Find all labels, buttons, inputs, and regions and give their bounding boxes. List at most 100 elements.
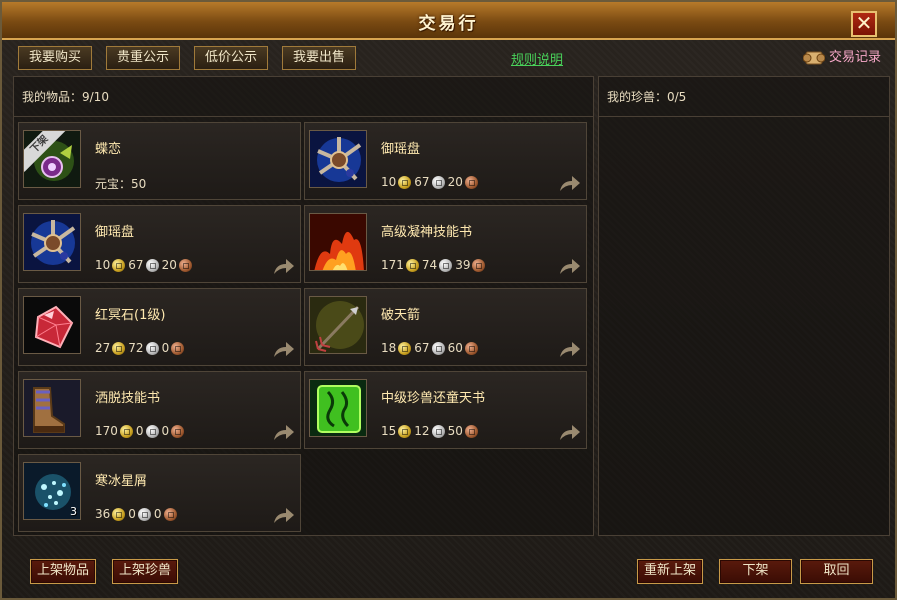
rules-link[interactable]: 规则说明: [511, 49, 563, 68]
return-arrow-icon[interactable]: [558, 422, 582, 442]
copper-coin-icon: [171, 341, 185, 355]
item-price: 18 67 60: [381, 341, 480, 355]
copper-coin-icon: [472, 258, 486, 272]
item-card[interactable]: 3 寒冰星屑 36 0 0: [18, 454, 301, 532]
silver-amount: 67: [414, 175, 430, 189]
return-arrow-icon[interactable]: [272, 339, 296, 359]
return-arrow-icon[interactable]: [272, 505, 296, 525]
item-price: 10 67 20: [95, 258, 194, 272]
silver-coin-icon: [431, 341, 445, 355]
gold-amount: 18: [381, 341, 397, 355]
silver-amount: 0: [135, 424, 144, 438]
list-pet-button[interactable]: 上架珍兽: [112, 559, 179, 584]
item-card[interactable]: 御瑶盘 10 67 20: [18, 205, 301, 283]
item-name: 御瑶盘: [381, 142, 421, 157]
item-name: 御瑶盘: [95, 225, 135, 240]
copper-amount: 0: [161, 424, 170, 438]
return-arrow-icon[interactable]: [558, 256, 582, 276]
item-card[interactable]: 洒脱技能书 170 0 0: [18, 371, 301, 449]
boot-skillbook-icon: [23, 379, 81, 437]
tab-buy[interactable]: 我要购买: [18, 46, 93, 70]
tab-valuable[interactable]: 贵重公示: [106, 46, 181, 70]
item-card[interactable]: 下架 蝶恋 元宝：50: [18, 122, 301, 200]
copper-coin-icon: [178, 258, 192, 272]
copper-amount: 0: [161, 341, 170, 355]
gold-coin-icon: [119, 424, 133, 438]
copper-coin-icon: [464, 341, 478, 355]
scroll-icon: [802, 49, 826, 67]
arrow-icon: [309, 296, 367, 354]
fire-skillbook-icon: [309, 213, 367, 271]
tab-sell[interactable]: 我要出售: [282, 46, 357, 70]
my-items-count: 我的物品：9/10: [14, 77, 593, 117]
copper-amount: 0: [153, 507, 162, 521]
gold-amount: 10: [381, 175, 397, 189]
return-arrow-icon[interactable]: [558, 339, 582, 359]
silver-coin-icon: [439, 258, 453, 272]
item-price: 15 12 50: [381, 424, 480, 438]
gold-amount: 15: [381, 424, 397, 438]
item-name: 破天箭: [381, 308, 421, 323]
copper-amount: 39: [455, 258, 471, 272]
item-card[interactable]: 破天箭 18 67 60: [304, 288, 587, 366]
silver-amount: 72: [128, 341, 144, 355]
item-price: 10 67 20: [381, 175, 480, 189]
silver-coin-icon: [145, 424, 159, 438]
delist-button[interactable]: 下架: [719, 559, 792, 584]
close-button[interactable]: ✕: [851, 11, 877, 37]
silver-coin-icon: [145, 341, 159, 355]
gold-coin-icon: [398, 175, 412, 189]
trade-record-button[interactable]: 交易记录: [802, 46, 881, 70]
gold-coin-icon: [112, 507, 126, 521]
copper-coin-icon: [464, 175, 478, 189]
item-card[interactable]: 中级珍兽还童天书 15 12 50: [304, 371, 587, 449]
item-price: 36 0 0: [95, 507, 179, 521]
item-name: 寒冰星屑: [95, 474, 148, 489]
item-name: 高级凝神技能书: [381, 225, 473, 240]
relist-button[interactable]: 重新上架: [637, 559, 704, 584]
copper-amount: 60: [447, 341, 463, 355]
copper-coin-icon: [163, 507, 177, 521]
item-card[interactable]: 御瑶盘 10 67 20: [304, 122, 587, 200]
gold-amount: 171: [381, 258, 404, 272]
item-name: 红冥石(1级): [95, 308, 166, 323]
gold-coin-icon: [398, 424, 412, 438]
return-arrow-icon[interactable]: [272, 422, 296, 442]
silver-coin-icon: [431, 175, 445, 189]
copper-amount: 50: [447, 424, 463, 438]
silver-coin-icon: [431, 424, 445, 438]
gold-amount: 10: [95, 258, 111, 272]
retrieve-button[interactable]: 取回: [800, 559, 873, 584]
item-price: 170 0 0: [95, 424, 186, 438]
item-name: 洒脱技能书: [95, 391, 161, 406]
item-card[interactable]: 高级凝神技能书 171 74 39: [304, 205, 587, 283]
item-name: 蝶恋: [95, 142, 122, 157]
item-price: 171 74 39: [381, 258, 487, 272]
gold-amount: 36: [95, 507, 111, 521]
item-name: 中级珍兽还童天书: [381, 391, 486, 406]
silver-amount: 67: [128, 258, 144, 272]
window-title: 交易行: [418, 14, 479, 34]
jade-disc-icon: [23, 213, 81, 271]
list-item-button[interactable]: 上架物品: [30, 559, 97, 584]
item-price: 元宝：50: [95, 177, 147, 191]
gold-coin-icon: [398, 341, 412, 355]
my-pets-panel: 我的珍兽：0/5: [598, 76, 890, 536]
my-pets-count: 我的珍兽：0/5: [599, 77, 889, 117]
gold-amount: 170: [95, 424, 118, 438]
gold-amount: 27: [95, 341, 111, 355]
green-scroll-icon: [309, 379, 367, 437]
butterfly-gem-icon: 下架: [23, 130, 81, 188]
return-arrow-icon[interactable]: [558, 173, 582, 193]
silver-amount: 0: [128, 507, 136, 521]
return-arrow-icon[interactable]: [272, 256, 296, 276]
silver-amount: 67: [414, 341, 430, 355]
tab-lowprice[interactable]: 低价公示: [194, 46, 269, 70]
gold-coin-icon: [405, 258, 419, 272]
gold-coin-icon: [112, 341, 126, 355]
silver-coin-icon: [137, 507, 151, 521]
jade-disc-icon: [309, 130, 367, 188]
copper-amount: 20: [161, 258, 177, 272]
copper-coin-icon: [464, 424, 478, 438]
item-card[interactable]: 红冥石(1级) 27 72 0: [18, 288, 301, 366]
